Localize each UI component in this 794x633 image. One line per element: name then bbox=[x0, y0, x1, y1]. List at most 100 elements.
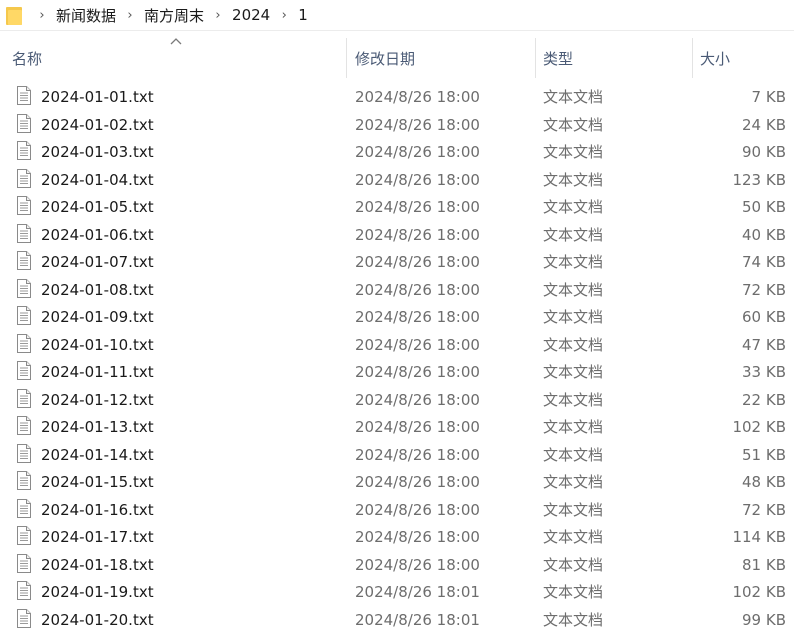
file-type: 文本文档 bbox=[543, 472, 603, 492]
address-bar[interactable]: › 新闻数据 › 南方周末 › 2024 › 1 bbox=[0, 0, 794, 31]
file-modified-date: 2024/8/26 18:00 bbox=[355, 170, 480, 190]
chevron-right-icon[interactable]: › bbox=[272, 8, 296, 23]
file-row[interactable]: 2024-01-16.txt2024/8/26 18:00文本文档72 KB bbox=[0, 496, 794, 524]
column-header-type[interactable]: 类型 bbox=[543, 48, 573, 70]
file-name[interactable]: 2024-01-01.txt bbox=[41, 87, 154, 107]
text-file-icon bbox=[17, 361, 31, 380]
file-type: 文本文档 bbox=[543, 335, 603, 355]
chevron-right-icon[interactable]: › bbox=[118, 8, 142, 23]
column-divider[interactable] bbox=[535, 38, 536, 78]
file-name[interactable]: 2024-01-14.txt bbox=[41, 445, 154, 465]
file-size: 123 KB bbox=[732, 170, 786, 190]
file-name[interactable]: 2024-01-18.txt bbox=[41, 555, 154, 575]
file-name[interactable]: 2024-01-09.txt bbox=[41, 307, 154, 327]
file-modified-date: 2024/8/26 18:00 bbox=[355, 390, 480, 410]
file-modified-date: 2024/8/26 18:00 bbox=[355, 335, 480, 355]
column-header-name[interactable]: 名称 bbox=[12, 48, 42, 70]
file-row[interactable]: 2024-01-06.txt 2024/8/26 18:00 文本文档 40 KB bbox=[0, 221, 794, 249]
file-row[interactable]: 2024-01-14.txt2024/8/26 18:00文本文档51 KB bbox=[0, 441, 794, 469]
file-modified-date: 2024/8/26 18:00 bbox=[355, 225, 480, 245]
file-row[interactable]: 2024-01-15.txt2024/8/26 18:00文本文档48 KB bbox=[0, 468, 794, 496]
file-modified-date: 2024/8/26 18:00 bbox=[355, 500, 480, 520]
file-modified-date: 2024/8/26 18:00 bbox=[355, 307, 480, 327]
file-row[interactable]: 2024-01-20.txt2024/8/26 18:01文本文档99 KB bbox=[0, 606, 794, 633]
file-name[interactable]: 2024-01-04.txt bbox=[41, 170, 154, 190]
breadcrumb-item[interactable]: 南方周末 bbox=[142, 5, 206, 26]
file-type: 文本文档 bbox=[543, 225, 603, 245]
file-row[interactable]: 2024-01-07.txt 2024/8/26 18:00 文本文档 74 KB bbox=[0, 248, 794, 276]
column-divider[interactable] bbox=[692, 38, 693, 78]
file-row[interactable]: 2024-01-18.txt2024/8/26 18:00文本文档81 KB bbox=[0, 551, 794, 579]
text-file-icon bbox=[17, 114, 31, 133]
file-type: 文本文档 bbox=[543, 417, 603, 437]
file-name[interactable]: 2024-01-12.txt bbox=[41, 390, 154, 410]
text-file-icon bbox=[17, 306, 31, 325]
text-file-icon bbox=[17, 416, 31, 435]
file-row[interactable]: 2024-01-04.txt 2024/8/26 18:00 文本文档 123 KB bbox=[0, 166, 794, 194]
breadcrumb-item[interactable]: 新闻数据 bbox=[54, 5, 118, 26]
file-modified-date: 2024/8/26 18:00 bbox=[355, 252, 480, 272]
file-type: 文本文档 bbox=[543, 115, 603, 135]
file-row[interactable]: 2024-01-13.txt2024/8/26 18:00文本文档102 KB bbox=[0, 413, 794, 441]
file-modified-date: 2024/8/26 18:00 bbox=[355, 417, 480, 437]
file-size: 102 KB bbox=[732, 582, 786, 602]
breadcrumb-item[interactable]: 1 bbox=[296, 6, 310, 24]
file-size: 114 KB bbox=[732, 527, 786, 547]
file-row[interactable]: 2024-01-08.txt2024/8/26 18:00文本文档72 KB bbox=[0, 276, 794, 304]
sort-ascending-icon bbox=[170, 36, 182, 46]
column-header-date[interactable]: 修改日期 bbox=[355, 48, 415, 70]
file-row[interactable]: 2024-01-17.txt2024/8/26 18:00文本文档114 KB bbox=[0, 523, 794, 551]
file-name[interactable]: 2024-01-15.txt bbox=[41, 472, 154, 492]
text-file-icon bbox=[17, 334, 31, 353]
file-type: 文本文档 bbox=[543, 500, 603, 520]
chevron-right-icon[interactable]: › bbox=[206, 8, 230, 23]
file-size: 74 KB bbox=[742, 252, 786, 272]
text-file-icon bbox=[17, 581, 31, 600]
text-file-icon bbox=[17, 251, 31, 270]
file-type: 文本文档 bbox=[543, 170, 603, 190]
file-size: 60 KB bbox=[742, 307, 786, 327]
file-type: 文本文档 bbox=[543, 252, 603, 272]
file-type: 文本文档 bbox=[543, 555, 603, 575]
file-name[interactable]: 2024-01-13.txt bbox=[41, 417, 154, 437]
column-header-size[interactable]: 大小 bbox=[700, 48, 730, 70]
file-modified-date: 2024/8/26 18:00 bbox=[355, 472, 480, 492]
file-row[interactable]: 2024-01-11.txt2024/8/26 18:00文本文档33 KB bbox=[0, 358, 794, 386]
file-name[interactable]: 2024-01-08.txt bbox=[41, 280, 154, 300]
file-row[interactable]: 2024-01-03.txt2024/8/26 18:00文本文档90 KB bbox=[0, 138, 794, 166]
text-file-icon bbox=[17, 554, 31, 573]
chevron-right-icon[interactable]: › bbox=[30, 8, 54, 23]
text-file-icon bbox=[17, 389, 31, 408]
file-type: 文本文档 bbox=[543, 197, 603, 217]
file-name[interactable]: 2024-01-03.txt bbox=[41, 142, 154, 162]
file-size: 50 KB bbox=[742, 197, 786, 217]
file-name[interactable]: 2024-01-10.txt bbox=[41, 335, 154, 355]
file-type: 文本文档 bbox=[543, 362, 603, 382]
file-name[interactable]: 2024-01-16.txt bbox=[41, 500, 154, 520]
file-row[interactable]: 2024-01-19.txt2024/8/26 18:01文本文档102 KB bbox=[0, 578, 794, 606]
file-name[interactable]: 2024-01-11.txt bbox=[41, 362, 154, 382]
file-row[interactable]: 2024-01-05.txt 2024/8/26 18:00 文本文档 50 KB bbox=[0, 193, 794, 221]
file-name[interactable]: 2024-01-07.txt bbox=[41, 252, 154, 272]
file-size: 40 KB bbox=[742, 225, 786, 245]
file-size: 72 KB bbox=[742, 280, 786, 300]
file-modified-date: 2024/8/26 18:00 bbox=[355, 197, 480, 217]
file-row[interactable]: 2024-01-10.txt2024/8/26 18:00文本文档47 KB bbox=[0, 331, 794, 359]
column-divider[interactable] bbox=[346, 38, 347, 78]
file-modified-date: 2024/8/26 18:00 bbox=[355, 280, 480, 300]
file-name[interactable]: 2024-01-05.txt bbox=[41, 197, 154, 217]
file-row[interactable]: 2024-01-09.txt2024/8/26 18:00文本文档60 KB bbox=[0, 303, 794, 331]
file-modified-date: 2024/8/26 18:00 bbox=[355, 142, 480, 162]
text-file-icon bbox=[17, 499, 31, 518]
file-row[interactable]: 2024-01-01.txt2024/8/26 18:00文本文档7 KB bbox=[0, 83, 794, 111]
file-name[interactable]: 2024-01-19.txt bbox=[41, 582, 154, 602]
file-modified-date: 2024/8/26 18:00 bbox=[355, 445, 480, 465]
file-name[interactable]: 2024-01-02.txt bbox=[41, 115, 154, 135]
file-name[interactable]: 2024-01-17.txt bbox=[41, 527, 154, 547]
file-row[interactable]: 2024-01-02.txt2024/8/26 18:00文本文档24 KB bbox=[0, 111, 794, 139]
text-file-icon bbox=[17, 224, 31, 243]
file-name[interactable]: 2024-01-06.txt bbox=[41, 225, 154, 245]
file-type: 文本文档 bbox=[543, 527, 603, 547]
breadcrumb-item[interactable]: 2024 bbox=[230, 6, 272, 24]
file-row[interactable]: 2024-01-12.txt2024/8/26 18:00文本文档22 KB bbox=[0, 386, 794, 414]
